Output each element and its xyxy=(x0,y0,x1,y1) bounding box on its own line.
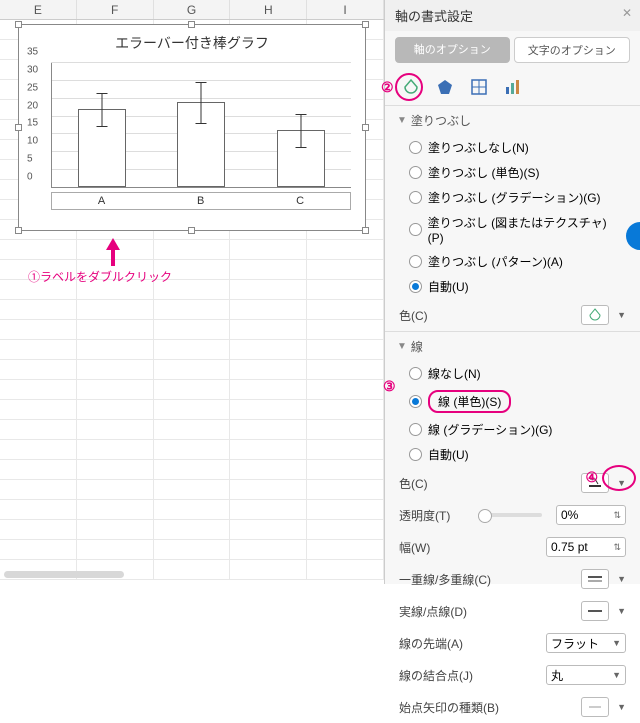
compound-picker[interactable] xyxy=(581,569,609,589)
annotation-2: ② xyxy=(381,79,394,96)
fill-gradient-radio[interactable]: 塗りつぶし (グラデーション)(G) xyxy=(385,185,640,210)
tab-axis-options[interactable]: 軸のオプション xyxy=(395,37,510,63)
annotation-1: ①ラベルをダブルクリック xyxy=(28,268,172,285)
transparency-label: 透明度(T) xyxy=(399,507,464,524)
col-h[interactable]: H xyxy=(230,0,307,19)
annotation-circle-2 xyxy=(395,73,423,101)
fill-color-label: 色(C) xyxy=(399,307,573,324)
ytick: 30 xyxy=(27,64,38,75)
resize-handle-n[interactable] xyxy=(188,21,195,28)
col-g[interactable]: G xyxy=(154,0,231,19)
ytick: 10 xyxy=(27,136,38,147)
begin-arrow-label: 始点矢印の種類(B) xyxy=(399,699,573,716)
chart-icon[interactable] xyxy=(503,77,523,97)
format-panel: 軸の書式設定 ✕ 軸のオプション 文字のオプション ② ▼塗りつぶし 塗りつぶし… xyxy=(384,0,640,584)
join-label: 線の結合点(J) xyxy=(399,667,538,684)
ytick: 0 xyxy=(27,172,33,183)
xlabel-b: B xyxy=(197,195,204,207)
fill-auto-radio[interactable]: 自動(U) xyxy=(385,274,640,299)
fill-picture-radio[interactable]: 塗りつぶし (図またはテクスチャ)(P) xyxy=(385,210,640,249)
fill-pattern-radio[interactable]: 塗りつぶし (パターン)(A) xyxy=(385,249,640,274)
ytick: 5 xyxy=(27,154,33,165)
resize-handle-sw[interactable] xyxy=(15,227,22,234)
bar-c[interactable] xyxy=(277,130,325,187)
dash-picker[interactable] xyxy=(581,601,609,621)
annotation-circle-4 xyxy=(602,465,636,491)
line-auto-radio[interactable]: 自動(U) xyxy=(385,442,640,467)
line-solid-radio[interactable]: 線 (単色)(S) xyxy=(385,386,640,417)
line-color-label: 色(C) xyxy=(399,475,573,492)
join-select[interactable]: 丸▼ xyxy=(546,665,626,685)
plot-area[interactable]: 0 5 10 15 20 25 30 35 xyxy=(51,63,351,188)
ytick: 15 xyxy=(27,118,38,129)
compound-label: 一重線/多重線(C) xyxy=(399,571,573,588)
bar-b[interactable] xyxy=(177,102,225,187)
cap-select[interactable]: フラット▼ xyxy=(546,633,626,653)
col-f[interactable]: F xyxy=(77,0,154,19)
line-section-header[interactable]: ▼線 xyxy=(385,332,640,361)
resize-handle-s[interactable] xyxy=(188,227,195,234)
resize-handle-w[interactable] xyxy=(15,124,22,131)
effects-icon[interactable] xyxy=(435,77,455,97)
annotation-4: ④ xyxy=(585,469,598,486)
fill-solid-radio[interactable]: 塗りつぶし (単色)(S) xyxy=(385,160,640,185)
annotation-3: ③ xyxy=(383,378,396,395)
xlabel-a: A xyxy=(98,195,105,207)
chart-object[interactable]: エラーバー付き棒グラフ 0 5 10 15 20 25 30 35 A B C xyxy=(18,24,366,231)
error-bar xyxy=(201,82,202,124)
ytick: 25 xyxy=(27,82,38,93)
panel-title: 軸の書式設定 xyxy=(385,0,640,31)
transparency-slider[interactable] xyxy=(478,513,543,517)
resize-handle-ne[interactable] xyxy=(362,21,369,28)
col-e[interactable]: E xyxy=(0,0,77,19)
bar-a[interactable] xyxy=(78,109,126,187)
fill-section-header[interactable]: ▼塗りつぶし xyxy=(385,106,640,135)
x-axis-labels[interactable]: A B C xyxy=(51,192,351,210)
annotation-arrow-icon xyxy=(104,238,122,269)
line-gradient-radio[interactable]: 線 (グラデーション)(G) xyxy=(385,417,640,442)
ytick: 20 xyxy=(27,100,38,111)
ytick: 35 xyxy=(27,47,38,58)
line-none-radio[interactable]: 線なし(N) xyxy=(385,361,640,386)
transparency-input[interactable]: 0%⇅ xyxy=(556,505,626,525)
close-icon[interactable]: ✕ xyxy=(622,6,632,20)
begin-arrow-picker[interactable] xyxy=(581,697,609,717)
error-bar xyxy=(101,93,102,126)
horizontal-scrollbar[interactable] xyxy=(4,571,124,578)
chart-title[interactable]: エラーバー付き棒グラフ xyxy=(19,33,365,53)
column-headers: E F G H I xyxy=(0,0,384,20)
size-icon[interactable] xyxy=(469,77,489,97)
width-input[interactable]: 0.75 pt⇅ xyxy=(546,537,626,557)
tab-text-options[interactable]: 文字のオプション xyxy=(514,37,631,63)
resize-handle-e[interactable] xyxy=(362,124,369,131)
cap-label: 線の先端(A) xyxy=(399,635,538,652)
fill-none-radio[interactable]: 塗りつぶしなし(N) xyxy=(385,135,640,160)
fill-color-picker[interactable] xyxy=(581,305,609,325)
resize-handle-nw[interactable] xyxy=(15,21,22,28)
col-i[interactable]: I xyxy=(307,0,384,19)
xlabel-c: C xyxy=(296,195,304,207)
width-label: 幅(W) xyxy=(399,539,538,556)
spreadsheet-area: E F G H I for(let i=0;i<28;i++)document.… xyxy=(0,0,384,584)
dash-label: 実線/点線(D) xyxy=(399,603,573,620)
format-category-icons: ② xyxy=(385,69,640,105)
resize-handle-se[interactable] xyxy=(362,227,369,234)
error-bar xyxy=(301,114,302,148)
